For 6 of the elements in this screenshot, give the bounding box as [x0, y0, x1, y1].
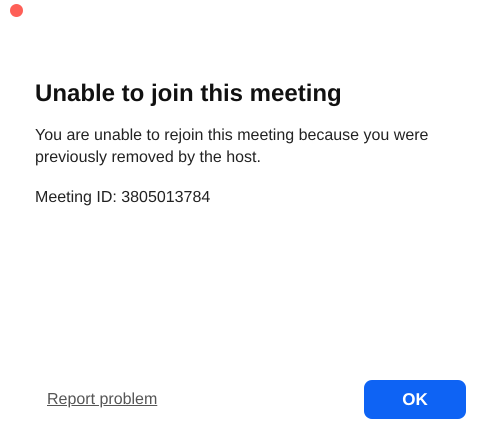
ok-button[interactable]: OK	[364, 380, 466, 419]
close-window-icon[interactable]	[10, 4, 23, 17]
dialog-title: Unable to join this meeting	[35, 79, 343, 109]
meeting-id-text: Meeting ID: 3805013784	[35, 188, 212, 208]
dialog-message: You are unable to rejoin this meeting because you were previously removed by the host.	[35, 126, 430, 168]
report-problem-link[interactable]: Report problem	[47, 388, 158, 412]
